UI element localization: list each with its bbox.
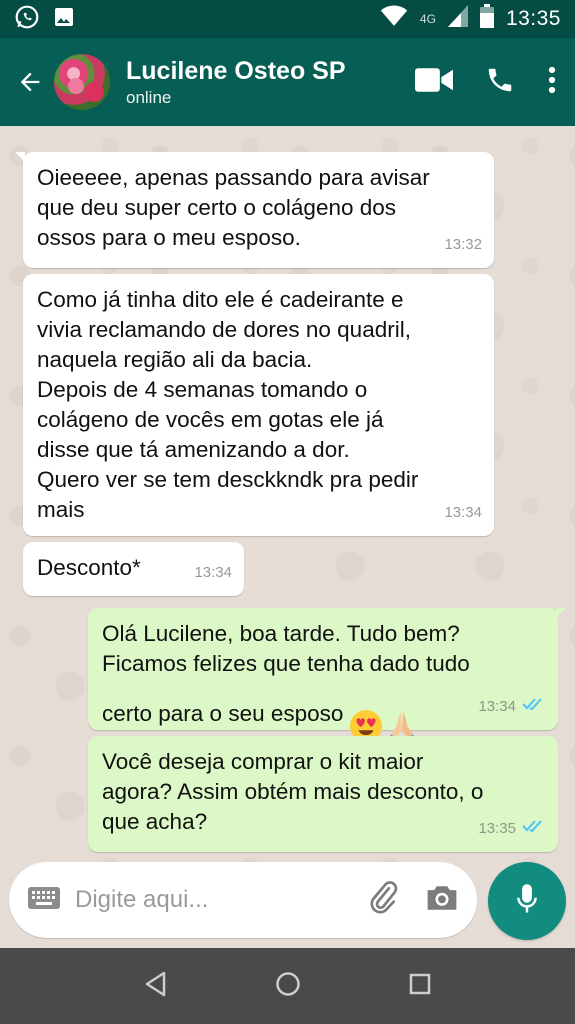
message-bubble-incoming[interactable]: Oieeeee, apenas passando para avisar que… (15, 152, 494, 268)
camera-icon[interactable] (425, 883, 459, 918)
recents-square-icon[interactable] (409, 973, 431, 1000)
message-time: 13:34 (444, 504, 482, 521)
message-text: Oieeeee, apenas passando para avisar que… (37, 165, 430, 250)
message-input-container[interactable] (9, 862, 477, 938)
status-time: 13:35 (505, 7, 561, 30)
message-bubble-outgoing[interactable]: Olá Lucilene, boa tarde. Tudo bem? Ficam… (88, 608, 566, 742)
status-bar: 4G 13:35 (0, 0, 575, 38)
signal-icon (447, 5, 468, 33)
contact-status: online (126, 87, 172, 107)
message-input[interactable] (75, 886, 345, 914)
mic-button[interactable] (488, 862, 566, 940)
network-type: 4G (419, 12, 436, 26)
more-vert-icon[interactable] (547, 65, 557, 100)
phone-icon[interactable] (485, 65, 515, 100)
composer (0, 862, 575, 948)
mic-icon (515, 883, 539, 920)
whatsapp-icon (14, 4, 40, 35)
message-time: 13:35 (478, 820, 516, 837)
system-nav-bar (0, 948, 575, 1024)
contact-info[interactable]: Lucilene Osteo SP online (126, 57, 346, 108)
message-text: Como já tinha dito ele é cadeirante e vi… (37, 287, 419, 522)
back-triangle-icon[interactable] (144, 971, 168, 1002)
videocam-icon[interactable] (415, 66, 453, 99)
image-icon (52, 5, 76, 34)
attach-icon[interactable] (369, 880, 399, 920)
message-time: 13:32 (444, 236, 482, 253)
keyboard-icon[interactable] (27, 886, 61, 915)
wifi-icon (380, 5, 408, 33)
read-ticks-icon (522, 692, 546, 722)
avatar[interactable] (54, 54, 110, 110)
bubble-tail (15, 152, 25, 162)
read-ticks-icon (522, 814, 546, 844)
battery-icon (479, 4, 494, 34)
message-time: 13:34 (194, 564, 232, 581)
home-circle-icon[interactable] (275, 971, 301, 1002)
message-bubble-outgoing[interactable]: Você deseja comprar o kit maior agora? A… (88, 736, 558, 852)
contact-name: Lucilene Osteo SP (126, 56, 346, 85)
chat-header: Lucilene Osteo SP online (0, 38, 575, 126)
bubble-tail (556, 608, 566, 618)
message-bubble-incoming[interactable]: Como já tinha dito ele é cadeirante e vi… (23, 274, 494, 536)
chat-area[interactable]: Oieeeee, apenas passando para avisar que… (0, 126, 575, 862)
message-bubble-incoming[interactable]: Desconto* 13:34 (23, 542, 244, 596)
message-time: 13:34 (478, 698, 516, 715)
back-arrow-icon[interactable] (12, 64, 48, 100)
